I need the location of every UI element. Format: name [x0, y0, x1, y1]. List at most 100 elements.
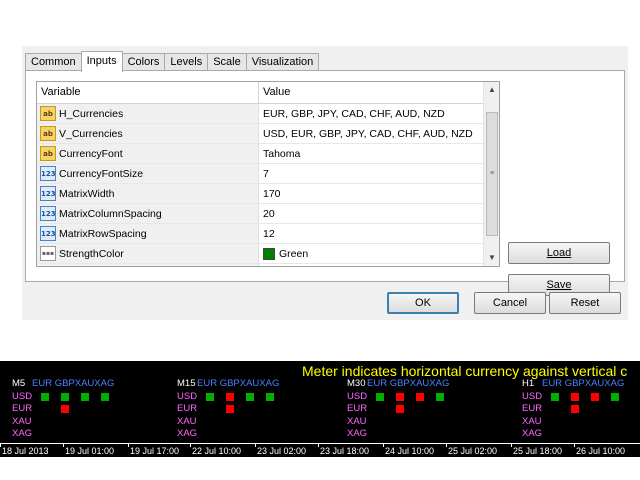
variable-name: StrengthColor [59, 247, 124, 260]
load-button[interactable]: Load [508, 242, 610, 264]
time-label: 26 Jul 10:00 [576, 446, 626, 456]
color-icon: ▪▪▪ [40, 246, 56, 261]
variable-cell[interactable]: ab V_Currencies [37, 124, 259, 143]
variable-cell[interactable]: ▪▪▪ StrengthColor [37, 244, 259, 263]
variable-cell[interactable]: 123 MatrixRowSpacing [37, 224, 259, 243]
vertical-currency-label: XAG [522, 428, 543, 439]
column-header-value[interactable]: Value [259, 82, 485, 103]
time-label: 24 Jul 10:00 [385, 446, 435, 456]
table-row[interactable]: 123 CurrencyFontSize 7 [37, 164, 485, 184]
time-label: 18 Jul 2013 [2, 446, 49, 456]
value-cell[interactable]: 7 [259, 164, 485, 183]
meter-row: XAG [12, 428, 152, 441]
value-cell[interactable]: 170 [259, 184, 485, 203]
table-row[interactable]: 123 MatrixRowSpacing 12 [37, 224, 485, 244]
meter-row: XAU [177, 416, 317, 429]
time-axis: 18 Jul 2013 19 Jul 01:00 19 Jul 17:00 22 Ju… [0, 443, 640, 457]
tab-levels[interactable]: Levels [164, 53, 209, 71]
table-row[interactable]: ab H_Currencies EUR, GBP, JPY, CAD, CHF, A… [37, 104, 485, 124]
time-label: 19 Jul 01:00 [65, 446, 115, 456]
tab-scale[interactable]: Scale [207, 53, 247, 71]
meter-row: EUR [177, 403, 317, 416]
table-row[interactable]: ab V_Currencies USD, EUR, GBP, JPY, CAD, C… [37, 124, 485, 144]
variable-cell[interactable]: 123 MatrixColumnSpacing [37, 204, 259, 223]
strength-square [41, 392, 49, 401]
table-row[interactable]: ab CurrencyFont Tahoma [37, 144, 485, 164]
meter-row: USD [347, 391, 487, 404]
meter-row: XAU [347, 416, 487, 429]
tab-visualization[interactable]: Visualization [245, 53, 320, 71]
horizontal-currencies: EUR GBPXAUXAG [367, 378, 450, 389]
strength-square [611, 392, 619, 401]
value-cell[interactable]: 20 [259, 204, 485, 223]
value-cell[interactable]: USD, EUR, GBP, JPY, CAD, CHF, AUD, NZD [259, 124, 485, 143]
strength-square [246, 392, 254, 401]
vertical-currency-label: XAU [522, 415, 542, 427]
strength-square [376, 392, 384, 401]
variable-cell[interactable]: ab H_Currencies [37, 104, 259, 123]
variable-name: H_Currencies [59, 107, 124, 120]
time-label: 23 Jul 02:00 [257, 446, 307, 456]
ok-button[interactable]: OK [387, 292, 459, 314]
value-text: 20 [263, 207, 275, 220]
inputs-grid: Variable Value ab H_Currencies EUR, GBP, J… [36, 81, 500, 267]
vertical-currency-label: EUR [12, 403, 33, 414]
variable-name: MatrixColumnSpacing [59, 207, 162, 220]
value-cell[interactable]: EUR, GBP, JPY, CAD, CHF, AUD, NZD [259, 104, 485, 123]
time-tick [0, 443, 1, 447]
scroll-up-arrow-icon[interactable]: ▲ [484, 82, 499, 98]
meter-header-row: M30 EUR GBPXAUXAG [347, 378, 487, 391]
variable-name: V_Currencies [59, 127, 123, 140]
meter-header-row: M15 EUR GBPXAUXAG [177, 378, 317, 391]
strength-square [551, 392, 559, 401]
reset-button[interactable]: Reset [549, 292, 621, 314]
vertical-currency-label: EUR [177, 403, 198, 414]
cancel-button[interactable]: Cancel [474, 292, 546, 314]
table-row[interactable]: 123 MatrixWidth 170 [37, 184, 485, 204]
value-text: 12 [263, 227, 275, 240]
variable-cell[interactable]: 123 MatrixWidth [37, 184, 259, 203]
timeframe-label: H1 [522, 378, 535, 389]
price-chart[interactable]: Meter indicates horizontal currency agai… [0, 361, 640, 457]
vertical-currency-label: EUR [522, 403, 543, 414]
grid-rows: ab H_Currencies EUR, GBP, JPY, CAD, CHF, A… [37, 104, 485, 266]
grid-scrollbar[interactable]: ▲ ≡ ▼ [483, 82, 499, 266]
value-text: EUR, GBP, JPY, CAD, CHF, AUD, NZD [263, 107, 445, 120]
tab-colors[interactable]: Colors [121, 53, 166, 71]
value-cell[interactable]: 12 [259, 224, 485, 243]
scroll-down-arrow-icon[interactable]: ▼ [484, 250, 499, 266]
value-cell[interactable]: Green [259, 244, 485, 263]
time-tick [255, 443, 256, 447]
meter-row: XAU [522, 416, 640, 429]
strength-square [61, 392, 69, 401]
inputs-panel: Variable Value ab H_Currencies EUR, GBP, J… [25, 70, 625, 296]
horizontal-currencies: EUR GBPXAUXAG [542, 378, 625, 389]
variable-cell[interactable]: ▪▪▪WeaknessColor [37, 264, 259, 266]
ab-string-icon: ab [40, 126, 56, 141]
tab-bar: Common Inputs Colors Levels Scale Visual… [25, 51, 320, 72]
value-cell[interactable]: Red [259, 264, 485, 266]
table-row[interactable]: 123 MatrixColumnSpacing 20 [37, 204, 485, 224]
tab-common[interactable]: Common [25, 53, 82, 71]
vertical-currency-label: XAG [347, 428, 368, 439]
meter-row: EUR [12, 403, 152, 416]
scroll-thumb[interactable]: ≡ [486, 112, 498, 236]
vertical-currency-label: XAG [177, 428, 198, 439]
table-row[interactable]: ▪▪▪ StrengthColor Green [37, 244, 485, 264]
meter-row: EUR [347, 403, 487, 416]
weakness-square [226, 405, 234, 413]
strength-square [81, 392, 89, 401]
vertical-currency-label: USD [347, 390, 368, 402]
vertical-currency-label: XAU [12, 415, 32, 427]
strength-square [266, 392, 274, 401]
table-row[interactable]: ▪▪▪WeaknessColorRed [37, 264, 485, 266]
variable-cell[interactable]: 123 CurrencyFontSize [37, 164, 259, 183]
column-header-variable[interactable]: Variable [37, 82, 259, 103]
tab-inputs[interactable]: Inputs [80, 51, 123, 72]
meter-header-row: H1 EUR GBPXAUXAG [522, 378, 640, 391]
meter-row: XAG [177, 428, 317, 441]
variable-cell[interactable]: ab CurrencyFont [37, 144, 259, 163]
color-swatch [263, 247, 275, 260]
value-cell[interactable]: Tahoma [259, 144, 485, 163]
variable-name: MatrixWidth [59, 187, 115, 200]
